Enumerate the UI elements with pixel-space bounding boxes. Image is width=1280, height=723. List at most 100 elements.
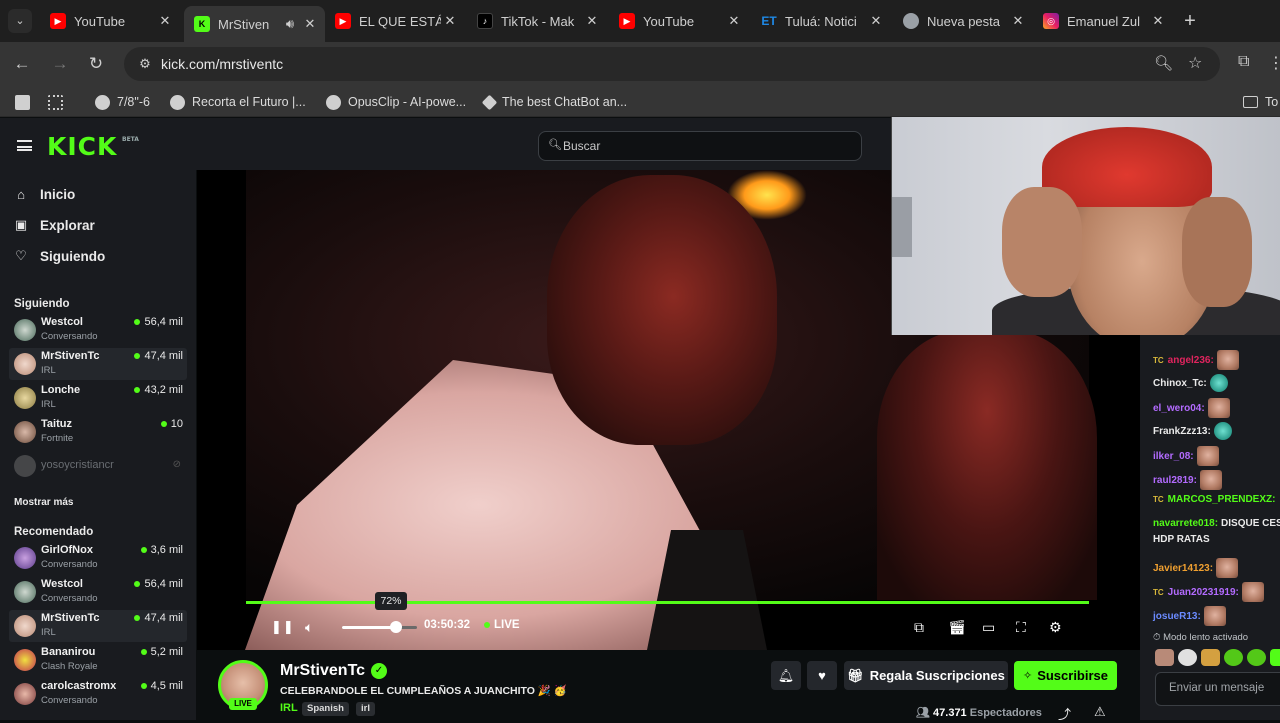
emote[interactable] xyxy=(1209,374,1228,392)
chat-username[interactable]: josueR13: xyxy=(1153,611,1201,622)
forward-icon[interactable]: → xyxy=(48,52,72,76)
chat-username[interactable]: Chinox_Tc: xyxy=(1153,378,1207,389)
bookmark-1[interactable]: 7/8"-6 xyxy=(95,93,150,111)
emote[interactable] xyxy=(1213,422,1232,440)
progress-bar[interactable] xyxy=(246,601,1089,604)
following-channel-westcol[interactable]: Westcol Conversando 56,4 mil xyxy=(9,314,187,346)
emote[interactable] xyxy=(1224,649,1243,666)
follow-heart-button[interactable]: ♥ xyxy=(807,661,837,690)
bookmark-folder[interactable]: To xyxy=(1243,93,1278,111)
chat-username[interactable]: Javier14123: xyxy=(1153,563,1213,574)
extensions-icon[interactable]: ⧉ xyxy=(1238,53,1249,71)
emote[interactable] xyxy=(1201,649,1220,666)
theater-mode-icon[interactable]: ▭ xyxy=(982,618,995,636)
chat-username[interactable]: el_wero04: xyxy=(1153,403,1205,414)
close-icon[interactable]: ✕ xyxy=(725,13,743,29)
recommended-channel-girlofnox[interactable]: GirlOfNox Conversando 3,6 mil xyxy=(9,542,187,574)
gift-subs-button[interactable]: 🎁︎ Regala Suscripciones xyxy=(844,661,1008,690)
following-channel-yosoycristiancr[interactable]: yosoycristiancr ⊘ xyxy=(9,455,187,477)
tab-youtube-1[interactable]: ▶ YouTube ✕ xyxy=(40,6,180,36)
volume-knob[interactable] xyxy=(390,621,402,633)
stream-category[interactable]: IRL xyxy=(280,702,298,714)
tab-mrstiven[interactable]: K MrStiven 🔊︎ ✕ xyxy=(184,6,325,42)
nav-inicio[interactable]: ⌂ Inicio xyxy=(14,183,75,205)
close-icon[interactable]: ✕ xyxy=(1149,13,1167,29)
chat-username[interactable]: raul2819: xyxy=(1153,475,1197,486)
chat-username[interactable]: MARCOS_PRENDEXZ: xyxy=(1168,494,1276,505)
emote[interactable] xyxy=(1203,606,1226,626)
stream-tag[interactable]: irl xyxy=(356,702,375,716)
following-channel-lonche[interactable]: Lonche IRL 43,2 mil xyxy=(9,382,187,414)
tab-tulua[interactable]: ET Tuluá: Notici ✕ xyxy=(751,6,891,36)
notification-bell-button[interactable]: 🔔︎ xyxy=(771,661,801,690)
chat-input-box[interactable] xyxy=(1155,672,1280,706)
search-box[interactable]: 🔍︎ xyxy=(538,131,862,161)
stream-tag[interactable]: Spanish xyxy=(302,702,349,716)
chat-username[interactable]: Juan20231919: xyxy=(1168,587,1239,598)
chat-username[interactable]: FrankZzz13: xyxy=(1153,426,1211,437)
close-icon[interactable]: ✕ xyxy=(867,13,885,29)
close-icon[interactable]: ✕ xyxy=(1009,13,1027,29)
clip-icon[interactable]: 🎬︎ xyxy=(948,618,966,636)
emote[interactable] xyxy=(1216,558,1239,578)
nav-explorar[interactable]: ▣ Explorar xyxy=(14,214,95,236)
bookmark-2[interactable]: Recorta el Futuro |... xyxy=(170,93,306,111)
emote[interactable] xyxy=(1270,649,1280,666)
close-icon[interactable]: ✕ xyxy=(156,13,174,29)
bookmark-star-icon[interactable]: ☆ xyxy=(1188,53,1202,73)
emote[interactable] xyxy=(1207,398,1230,418)
recommended-channel-westcol[interactable]: Westcol Conversando 56,4 mil xyxy=(9,576,187,608)
reload-icon[interactable]: ↻ xyxy=(84,52,108,76)
emote[interactable] xyxy=(1216,350,1239,370)
pause-icon[interactable]: ❚❚ xyxy=(271,618,295,636)
recommended-channel-bananirou[interactable]: Bananirou Clash Royale 5,2 mil xyxy=(9,644,187,676)
live-indicator[interactable]: LIVE xyxy=(484,619,520,631)
tab-search-button[interactable]: ⌄ xyxy=(8,9,32,33)
emote[interactable] xyxy=(1196,446,1219,466)
emote[interactable] xyxy=(1247,649,1266,666)
search-input[interactable] xyxy=(563,136,853,156)
recommended-channel-mrstiventc[interactable]: MrStivenTc IRL 47,4 mil xyxy=(9,610,187,642)
bookmark-square-icon[interactable] xyxy=(15,93,37,111)
streamer-name[interactable]: MrStivenTc xyxy=(280,662,365,680)
bookmark-3[interactable]: OpusClip - AI-powe... xyxy=(326,93,466,111)
tab-new-tab[interactable]: Nueva pesta ✕ xyxy=(893,6,1033,36)
menu-icon[interactable]: ⋮ xyxy=(1268,53,1280,73)
emote[interactable] xyxy=(1241,582,1264,602)
emote[interactable] xyxy=(1199,470,1222,490)
back-icon[interactable]: ← xyxy=(10,52,34,76)
speaker-icon[interactable]: 🔊︎ xyxy=(281,16,299,32)
following-channel-mrstiventc[interactable]: MrStivenTc IRL 47,4 mil xyxy=(9,348,187,380)
tab-youtube-3[interactable]: ▶ YouTube ✕ xyxy=(609,6,749,36)
show-more-link[interactable]: Mostrar más xyxy=(14,497,73,508)
close-icon[interactable]: ✕ xyxy=(301,16,319,32)
hamburger-menu-icon[interactable] xyxy=(17,140,32,151)
chat-username[interactable]: navarrete018: xyxy=(1153,518,1218,529)
chat-username[interactable]: angel236: xyxy=(1168,355,1214,366)
chat-username[interactable]: ilker_08: xyxy=(1153,451,1194,462)
volume-icon[interactable]: 🔈︎ xyxy=(305,618,313,636)
close-icon[interactable]: ✕ xyxy=(583,13,601,29)
tab-tiktok[interactable]: ♪ TikTok - Mak ✕ xyxy=(467,6,607,36)
share-icon[interactable]: ⤴ xyxy=(1058,704,1071,723)
address-bar[interactable]: ⚙ kick.com/mrstiventc 🔍︎ ☆ xyxy=(124,47,1220,81)
miniplayer-icon[interactable]: ⧉ xyxy=(914,618,924,636)
kick-logo[interactable]: KICK BETA xyxy=(47,132,139,161)
fullscreen-icon[interactable]: ⛶ xyxy=(1016,618,1026,636)
tab-youtube-2[interactable]: ▶ EL QUE ESTÁ ✕ xyxy=(325,6,465,36)
new-tab-button[interactable]: + xyxy=(1180,8,1200,34)
chat-input[interactable] xyxy=(1169,682,1280,694)
recommended-channel-carolcastromx[interactable]: carolcastromx Conversando 4,5 mil xyxy=(9,678,187,710)
settings-gear-icon[interactable]: ⚙ xyxy=(1049,618,1062,636)
nav-siguiendo[interactable]: ♡ Siguiendo xyxy=(14,245,105,267)
apps-grid-icon[interactable] xyxy=(48,93,70,111)
emote[interactable] xyxy=(1155,649,1174,666)
report-icon[interactable]: ⚠ xyxy=(1094,704,1106,720)
site-settings-icon[interactable]: ⚙ xyxy=(136,55,154,73)
following-channel-taituz[interactable]: Taituz Fortnite 10 xyxy=(9,416,187,448)
emote[interactable] xyxy=(1178,649,1197,666)
zoom-icon[interactable]: 🔍︎ xyxy=(1154,54,1173,72)
subscribe-button[interactable]: ✧ Suscribirse xyxy=(1014,661,1117,690)
tab-instagram[interactable]: ◎ Emanuel Zul ✕ xyxy=(1033,6,1173,36)
close-icon[interactable]: ✕ xyxy=(441,13,459,29)
